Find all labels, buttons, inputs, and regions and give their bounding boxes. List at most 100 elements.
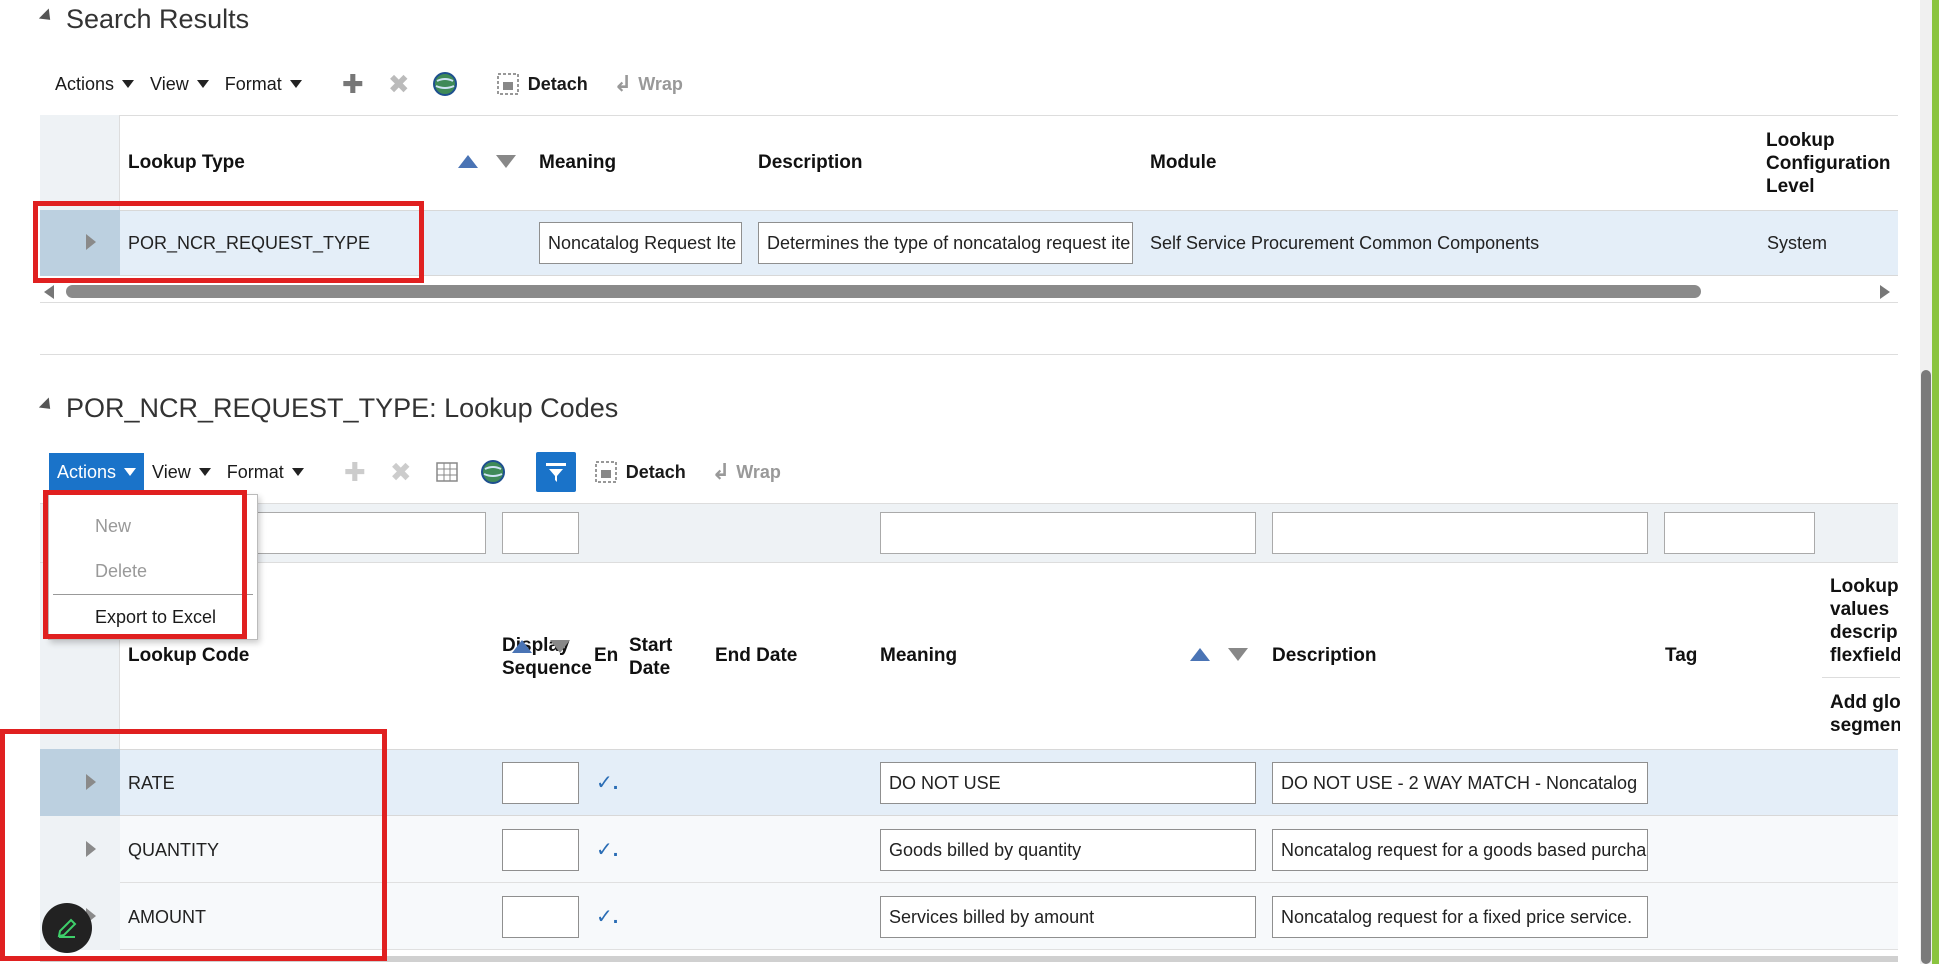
row-handle[interactable] xyxy=(40,210,120,276)
delete-icon[interactable]: ✖ xyxy=(384,69,414,99)
enabled-check-icon[interactable]: ✓. xyxy=(596,904,618,929)
collapse-icon[interactable] xyxy=(38,8,56,25)
actions-menu-button[interactable]: Actions xyxy=(47,65,142,103)
row-handle[interactable] xyxy=(40,749,120,816)
display-sequence-input[interactable] xyxy=(502,896,579,938)
edit-button[interactable] xyxy=(42,903,92,953)
col-tag[interactable]: Tag xyxy=(1665,645,1697,667)
lookup-type-cell: POR_NCR_REQUEST_TYPE xyxy=(128,233,371,253)
col-add-global-segments[interactable]: Add glo segmen xyxy=(1830,691,1900,737)
globe-icon[interactable] xyxy=(478,457,508,487)
expand-row-icon[interactable] xyxy=(86,774,96,790)
delete-icon[interactable]: ✖ xyxy=(386,457,416,487)
menu-item-export-to-excel[interactable]: Export to Excel xyxy=(49,595,257,640)
module-cell: Self Service Procurement Common Componen… xyxy=(1150,233,1540,253)
sort-ascending-icon[interactable] xyxy=(458,155,478,168)
detach-icon xyxy=(595,461,617,483)
globe-icon[interactable] xyxy=(430,69,460,99)
detach-button[interactable]: Detach xyxy=(594,460,686,484)
col-start-date[interactable]: Start Date xyxy=(629,634,672,680)
sort-ascending-icon[interactable] xyxy=(512,640,532,653)
row-header-column xyxy=(40,115,120,210)
divider xyxy=(40,354,1898,355)
description-input[interactable]: DO NOT USE - 2 WAY MATCH - Noncatalog xyxy=(1272,762,1648,804)
scroll-left-icon[interactable] xyxy=(44,285,54,299)
col-meaning[interactable]: Meaning xyxy=(539,152,616,174)
display-sequence-input[interactable] xyxy=(502,762,579,804)
detach-icon xyxy=(497,73,519,95)
col-module[interactable]: Module xyxy=(1150,152,1217,174)
filter-meaning-input[interactable] xyxy=(880,512,1256,554)
col-enabled[interactable]: En xyxy=(594,645,618,667)
meaning-input[interactable]: DO NOT USE xyxy=(880,762,1256,804)
detach-button[interactable]: Detach xyxy=(496,72,588,96)
filter-description-input[interactable] xyxy=(1272,512,1648,554)
description-input[interactable]: Noncatalog request for a fixed price ser… xyxy=(1272,896,1648,938)
pencil-icon xyxy=(57,918,77,938)
query-by-example-icon[interactable] xyxy=(535,452,576,492)
level-cell: System xyxy=(1767,233,1828,253)
format-menu-button[interactable]: Format xyxy=(217,65,310,103)
scroll-right-icon[interactable] xyxy=(1880,285,1890,299)
lookup-codes-toolbar: Actions View Format ✚ ✖ Detach ↲ Wrap xyxy=(49,452,781,492)
divider xyxy=(40,302,1898,303)
expand-row-icon[interactable] xyxy=(86,234,96,250)
col-meaning[interactable]: Meaning xyxy=(880,645,957,667)
display-sequence-input[interactable] xyxy=(502,829,579,871)
collapse-icon[interactable] xyxy=(38,397,56,414)
horizontal-scrollbar[interactable] xyxy=(40,956,1898,962)
chevron-down-icon xyxy=(198,468,211,476)
freeze-columns-icon[interactable] xyxy=(432,457,462,487)
format-menu-button[interactable]: Format xyxy=(219,453,312,491)
expand-row-icon[interactable] xyxy=(86,841,96,857)
description-input[interactable]: Determines the type of noncatalog reques… xyxy=(758,222,1133,264)
chevron-down-icon xyxy=(291,468,304,476)
menu-item-new[interactable]: New xyxy=(49,504,257,549)
lookup-code-cell: RATE xyxy=(128,773,175,793)
lookup-codes-header[interactable]: POR_NCR_REQUEST_TYPE: Lookup Codes xyxy=(38,393,618,424)
description-input[interactable]: Noncatalog request for a goods based pur… xyxy=(1272,829,1648,871)
meaning-input[interactable]: Goods billed by quantity xyxy=(880,829,1256,871)
menu-item-delete[interactable]: Delete xyxy=(49,549,257,594)
wrap-icon: ↲ xyxy=(711,459,731,484)
row-handle[interactable] xyxy=(40,816,120,883)
col-description[interactable]: Description xyxy=(1272,645,1377,667)
col-lookup-values-flexfield[interactable]: Lookup values descrip flexfield xyxy=(1830,575,1900,667)
actions-menu-button[interactable]: Actions xyxy=(49,453,145,491)
meaning-input[interactable]: Noncatalog Request Ite xyxy=(539,222,742,264)
view-menu-button[interactable]: View xyxy=(144,453,219,491)
sort-descending-icon[interactable] xyxy=(496,155,516,168)
divider xyxy=(40,115,1898,116)
lookup-code-cell: QUANTITY xyxy=(128,840,220,860)
filter-display-sequence-input[interactable] xyxy=(502,512,579,554)
add-icon[interactable]: ✚ xyxy=(338,69,368,99)
chevron-down-icon xyxy=(196,80,209,88)
col-lookup-type[interactable]: Lookup Type xyxy=(128,152,245,174)
filter-lookup-code-input[interactable] xyxy=(250,512,486,554)
sort-descending-icon[interactable] xyxy=(550,640,570,653)
lookup-code-cell: AMOUNT xyxy=(128,907,206,927)
meaning-input[interactable]: Services billed by amount xyxy=(880,896,1256,938)
add-icon[interactable]: ✚ xyxy=(340,457,370,487)
horizontal-scrollbar[interactable] xyxy=(66,285,1701,298)
view-menu-button[interactable]: View xyxy=(142,65,217,103)
vertical-scrollbar-thumb[interactable] xyxy=(1921,370,1931,964)
search-results-toolbar: Actions View Format ✚ ✖ Detach ↲ Wrap xyxy=(47,64,683,104)
col-lookup-configuration-level[interactable]: Lookup Configuration Level xyxy=(1766,129,1891,198)
sort-descending-icon[interactable] xyxy=(1228,648,1248,661)
chevron-down-icon xyxy=(289,80,302,88)
sort-ascending-icon[interactable] xyxy=(1190,648,1210,661)
wrap-button[interactable]: ↲ Wrap xyxy=(712,459,781,485)
col-description[interactable]: Description xyxy=(758,152,863,174)
col-lookup-code[interactable]: Lookup Code xyxy=(128,645,249,667)
search-results-title: Search Results xyxy=(66,4,250,34)
enabled-check-icon[interactable]: ✓. xyxy=(596,837,618,862)
filter-tag-input[interactable] xyxy=(1664,512,1815,554)
divider xyxy=(1822,677,1900,678)
col-end-date[interactable]: End Date xyxy=(715,645,797,667)
actions-dropdown-menu: New Delete Export to Excel xyxy=(48,494,258,640)
wrap-button[interactable]: ↲ Wrap xyxy=(614,71,683,97)
enabled-check-icon[interactable]: ✓. xyxy=(596,770,618,795)
chevron-down-icon xyxy=(124,468,137,476)
search-results-header[interactable]: Search Results xyxy=(38,4,250,35)
